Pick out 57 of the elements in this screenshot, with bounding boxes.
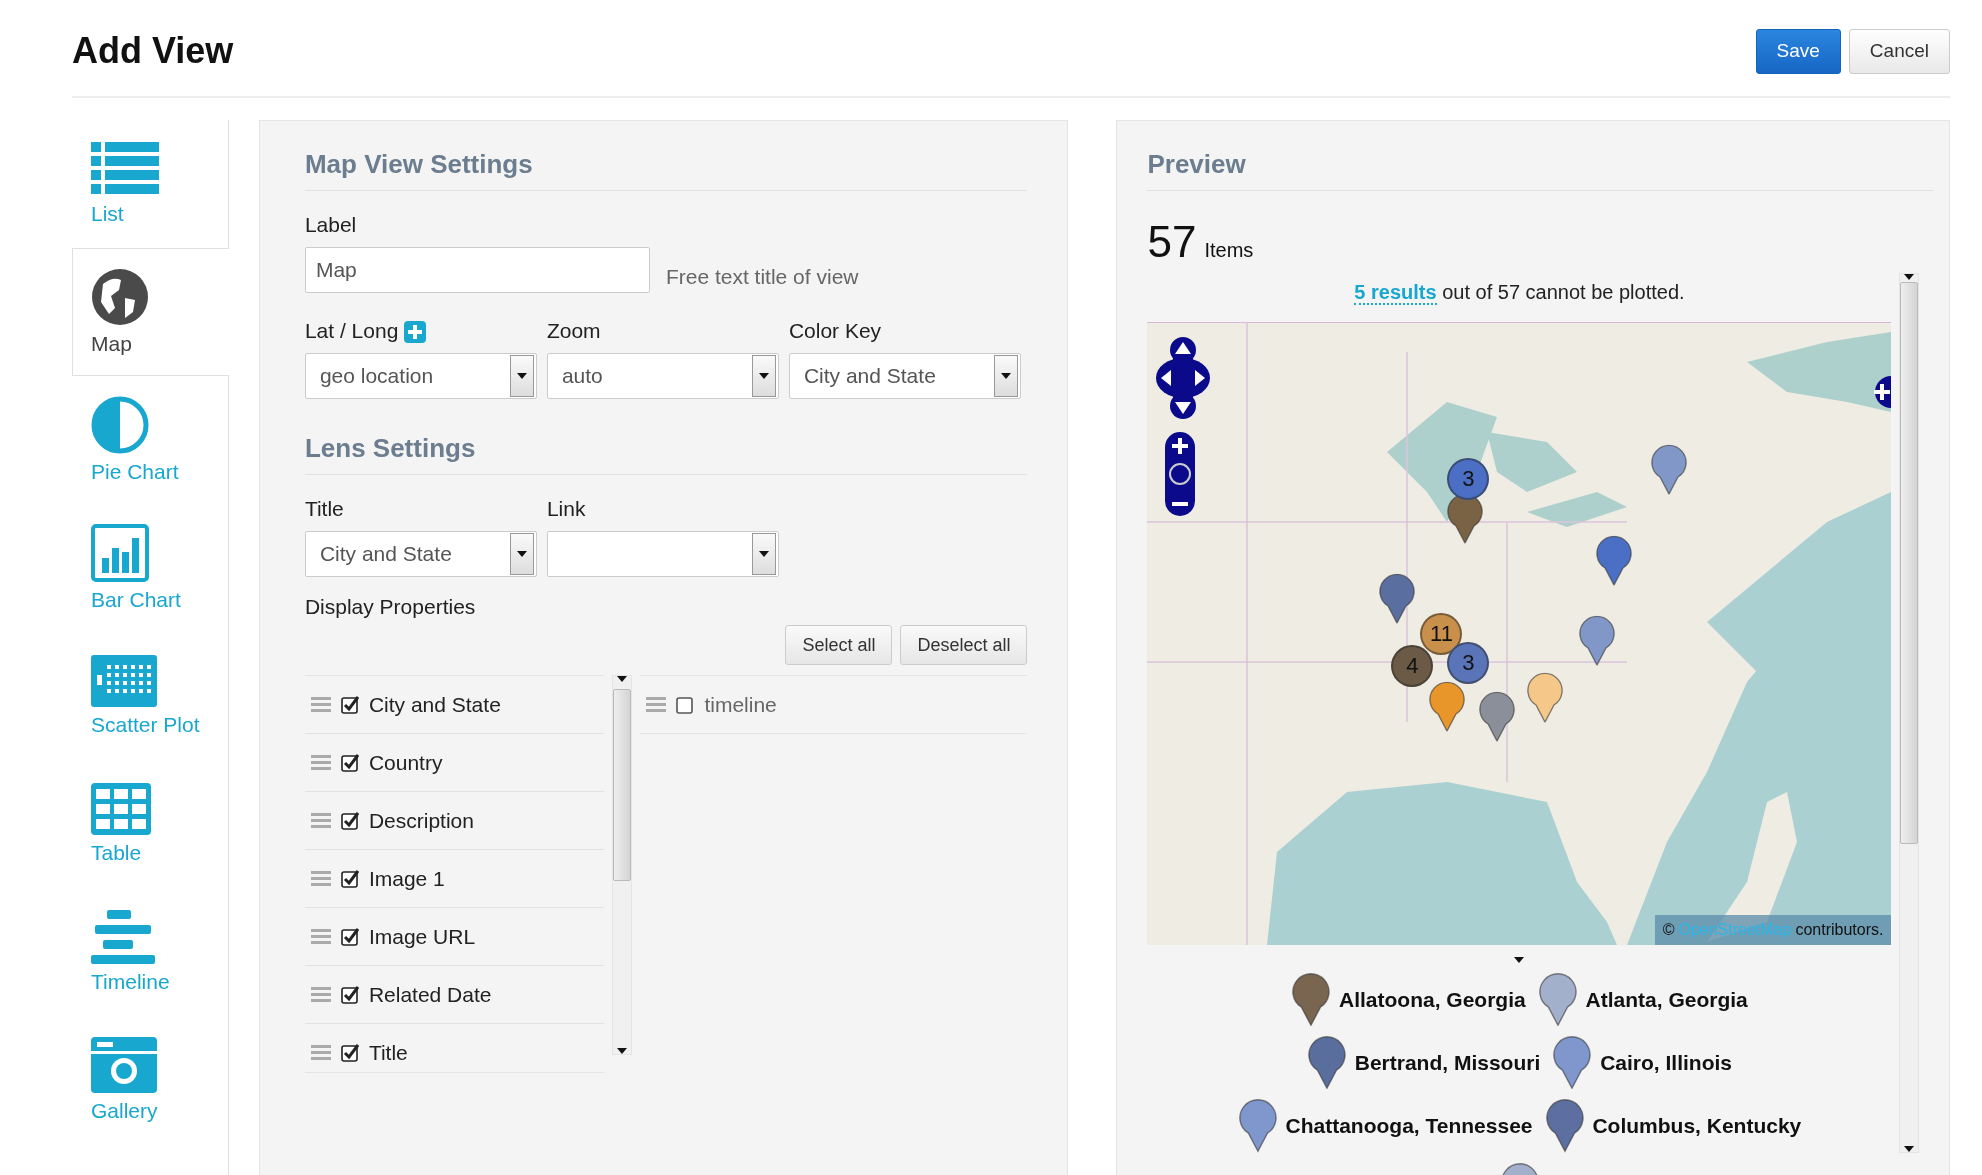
legend-label: Columbus, Kentucky bbox=[1592, 1113, 1802, 1138]
legend-label: Cairo, Illinois bbox=[1600, 1050, 1733, 1075]
property-label: Image URL bbox=[368, 924, 476, 949]
field-label: Label bbox=[304, 213, 358, 237]
field-label: Zoom bbox=[546, 319, 601, 343]
view-type-label: Pie Chart bbox=[91, 460, 180, 484]
view-type-label: Bar Chart bbox=[91, 588, 182, 612]
page-title: Add View bbox=[72, 30, 234, 72]
item-count-label: Items bbox=[1204, 239, 1254, 262]
legend-label: Bertrand, Missouri bbox=[1354, 1050, 1541, 1075]
section-heading: Map View Settings bbox=[304, 149, 1028, 191]
field-label: Link bbox=[546, 497, 587, 521]
property-label: Title bbox=[368, 1040, 408, 1065]
view-type-label: Scatter Plot bbox=[91, 713, 201, 737]
view-type-label: Timeline bbox=[91, 970, 171, 994]
cancel-button[interactable]: Cancel bbox=[1848, 28, 1950, 74]
view-type-tab[interactable]: Gallery bbox=[72, 1016, 228, 1144]
view-type-tab[interactable]: Table bbox=[72, 760, 228, 888]
view-type-tab[interactable]: Timeline bbox=[72, 888, 228, 1016]
view-type-tab[interactable]: Map bbox=[72, 248, 229, 376]
save-button[interactable]: Save bbox=[1755, 28, 1841, 74]
dropdown-select[interactable]: auto bbox=[546, 353, 779, 399]
view-type-tab[interactable]: Pie Chart bbox=[72, 376, 228, 504]
dropdown-select[interactable]: City and State bbox=[788, 353, 1021, 399]
view-type-label: Gallery bbox=[91, 1099, 159, 1123]
view-type-label: Map bbox=[91, 332, 133, 356]
label-input-field[interactable]: Map bbox=[304, 247, 650, 293]
dropdown-select[interactable]: geo location bbox=[304, 353, 537, 399]
deselect-all-button[interactable]: Deselect all bbox=[900, 625, 1028, 665]
legend-label: Atlanta, Georgia bbox=[1585, 987, 1748, 1012]
field-label: Color Key bbox=[788, 319, 882, 343]
results-link[interactable]: 5 results bbox=[1354, 281, 1437, 305]
property-label: Related Date bbox=[368, 982, 492, 1007]
section-heading: Lens Settings bbox=[304, 433, 1028, 475]
plot-notice: 5 results out of 57 cannot be plotted. bbox=[1353, 281, 1686, 304]
item-count: 57 bbox=[1147, 217, 1197, 267]
field-label: Title bbox=[304, 497, 345, 521]
field-label: Lat / Long bbox=[304, 319, 399, 343]
view-type-tab[interactable]: List bbox=[72, 120, 228, 248]
view-type-label: Table bbox=[91, 841, 143, 865]
field-label: Display Properties bbox=[304, 595, 477, 619]
attribution-text: contributors. bbox=[1795, 921, 1884, 939]
field-hint: Free text title of view bbox=[665, 265, 859, 290]
property-label: City and State bbox=[368, 692, 501, 717]
dropdown-select[interactable]: City and State bbox=[304, 531, 537, 577]
property-label: Description bbox=[368, 808, 474, 833]
property-label: Country bbox=[368, 750, 443, 775]
legend-label: Chattanooga, Tennessee bbox=[1285, 1113, 1533, 1138]
view-type-tab[interactable]: Scatter Plot bbox=[72, 632, 228, 760]
property-label: timeline bbox=[704, 692, 777, 717]
legend-label: Allatoona, Georgia bbox=[1339, 987, 1526, 1012]
copyright-symbol: © bbox=[1662, 921, 1675, 939]
view-type-label: List bbox=[91, 202, 125, 226]
property-label: Image 1 bbox=[368, 866, 445, 891]
section-heading: Preview bbox=[1147, 149, 1933, 191]
view-type-tab[interactable]: Bar Chart bbox=[72, 504, 228, 632]
select-all-button[interactable]: Select all bbox=[785, 625, 893, 665]
